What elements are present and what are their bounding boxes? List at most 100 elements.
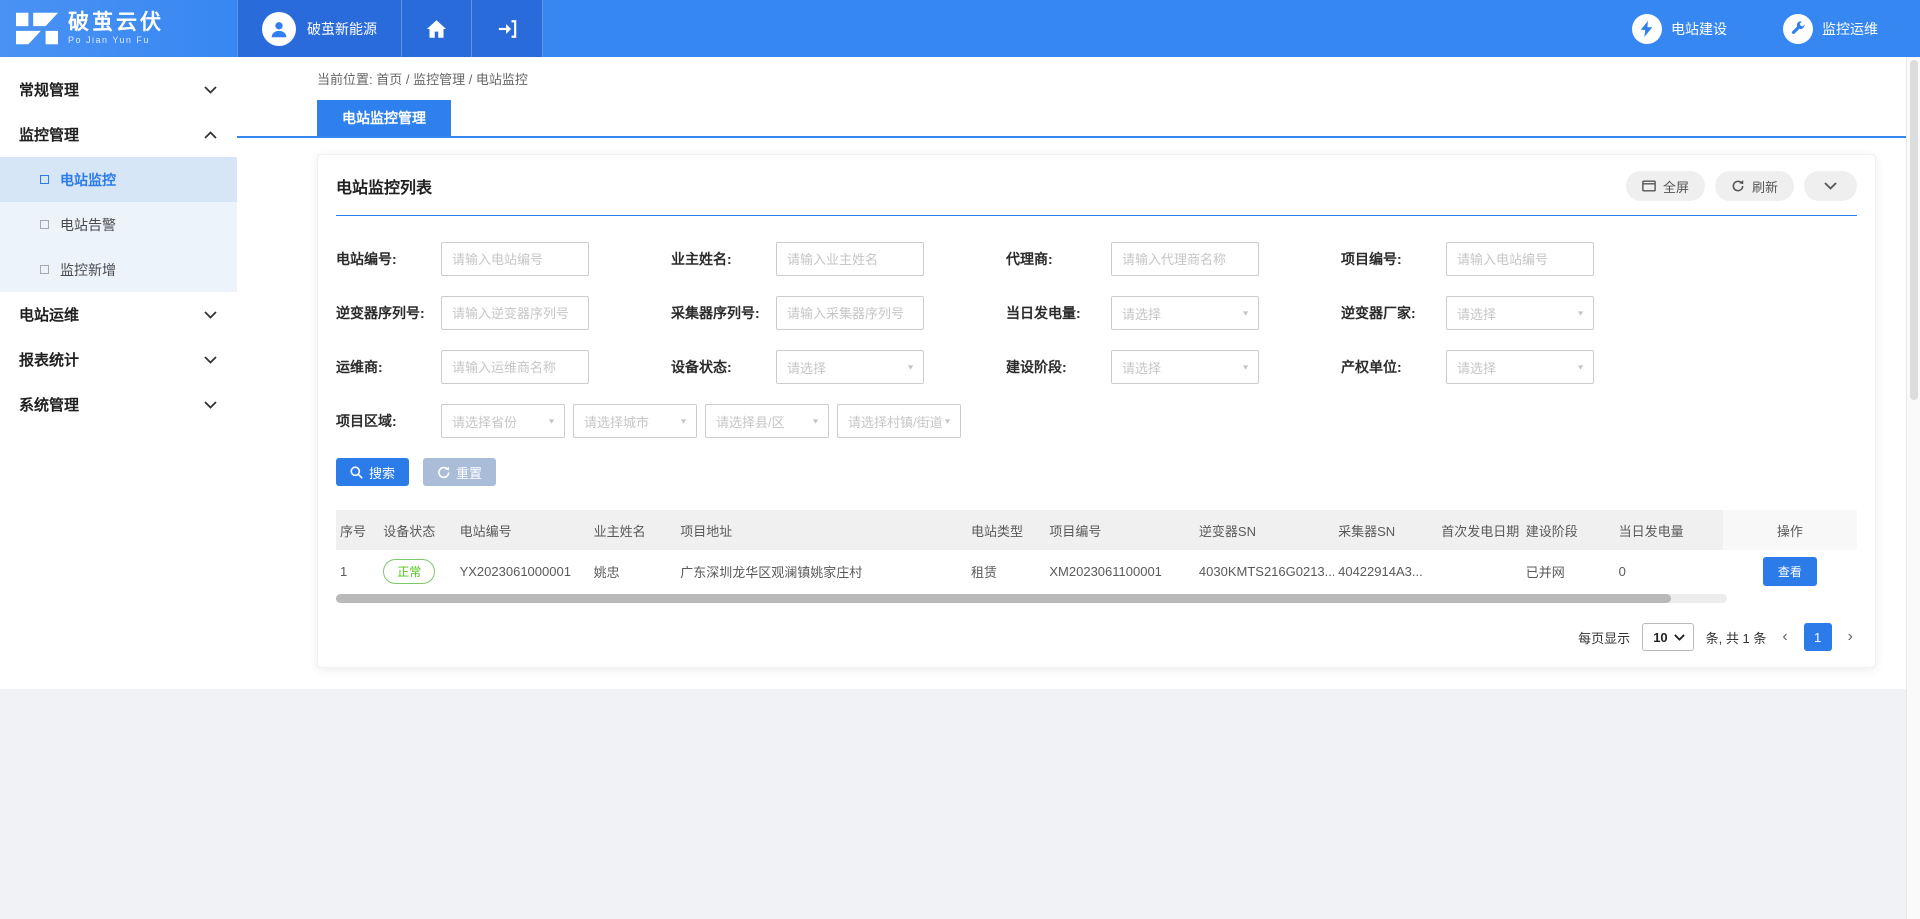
per-page-select[interactable]: 10 — [1642, 623, 1693, 651]
prev-page-button[interactable]: ‹ — [1778, 628, 1791, 646]
breadcrumb-path: 首页 / 监控管理 / 电站监控 — [376, 72, 528, 87]
cell-address: 广东深圳龙华区观澜镇姚家庄村 — [676, 550, 967, 592]
search-button[interactable]: 搜索 — [336, 458, 409, 486]
caret-down-icon: ▼ — [679, 417, 688, 425]
home-icon — [426, 19, 447, 39]
monitor-table: 序号 设备状态 电站编号 业主姓名 项目地址 电站类型 项目编号 逆变器SN 采… — [336, 510, 1857, 603]
refresh-icon — [1731, 179, 1745, 193]
bullet-square-icon — [40, 175, 49, 184]
owner-name-input[interactable] — [776, 242, 924, 276]
cell-stage: 已并网 — [1522, 550, 1615, 592]
main-content: 当前位置: 首页 / 监控管理 / 电站监控 电站监控管理 电站监控列表 全屏 — [237, 57, 1906, 689]
cell-project-no: XM2023061100001 — [1045, 550, 1195, 592]
brand-logo: 破茧云伏 Po Jian Yun Fu — [0, 0, 237, 57]
cell-type: 租赁 — [967, 550, 1045, 592]
filter-form: 电站编号: 业主姓名: 代理商: 项目编号: — [336, 216, 1857, 486]
cell-first-gen-date — [1437, 550, 1522, 592]
cell-daily-gen: 0 — [1615, 550, 1723, 592]
caret-down-icon: ▼ — [1576, 363, 1585, 371]
sidebar-item-general[interactable]: 常规管理 — [0, 67, 237, 112]
topbar-right: 电站建设 监控运维 — [1632, 0, 1920, 57]
sidebar: 常规管理 监控管理 电站监控 电站告警 监控新增 — [0, 57, 237, 689]
tab-station-monitor-mgmt[interactable]: 电站监控管理 — [317, 100, 451, 136]
collapse-panel-button[interactable] — [1804, 171, 1857, 201]
sidebar-subitem-station-monitor[interactable]: 电站监控 — [0, 157, 237, 202]
horizontal-scrollbar-thumb[interactable] — [336, 594, 1671, 603]
horizontal-scrollbar[interactable] — [336, 594, 1727, 603]
login-arrow-icon — [496, 19, 518, 39]
status-badge: 正常 — [383, 559, 435, 584]
inverter-sn-input[interactable] — [441, 296, 589, 330]
vertical-scrollbar-thumb[interactable] — [1910, 60, 1918, 400]
next-page-button[interactable]: › — [1844, 628, 1857, 646]
sidebar-item-station-ops[interactable]: 电站运维 — [0, 292, 237, 337]
sidebar-item-reports[interactable]: 报表统计 — [0, 337, 237, 382]
chevron-up-icon — [204, 131, 217, 139]
nav-station-build[interactable]: 电站建设 — [1632, 14, 1727, 44]
project-no-input[interactable] — [1446, 242, 1594, 276]
vertical-scrollbar[interactable] — [1906, 57, 1920, 919]
caret-down-icon: ▼ — [811, 417, 820, 425]
bullet-square-icon — [40, 265, 49, 274]
fullscreen-button[interactable]: 全屏 — [1626, 171, 1705, 201]
sidebar-item-monitor[interactable]: 监控管理 — [0, 112, 237, 157]
province-select[interactable]: 请选择省份 ▼ — [441, 404, 565, 438]
monitor-list-card: 电站监控列表 全屏 — [317, 154, 1876, 668]
wrench-icon — [1783, 14, 1813, 44]
app-body: 常规管理 监控管理 电站监控 电站告警 监控新增 — [0, 57, 1906, 689]
property-unit-select[interactable]: 请选择 ▼ — [1446, 350, 1594, 384]
station-no-input[interactable] — [441, 242, 589, 276]
caret-down-icon: ▼ — [1576, 309, 1585, 317]
device-status-select[interactable]: 请选择 ▼ — [776, 350, 924, 384]
company-name: 破茧新能源 — [307, 19, 377, 39]
sidebar-subitem-station-alarm[interactable]: 电站告警 — [0, 202, 237, 247]
reset-button[interactable]: 重置 — [423, 458, 496, 486]
logout-button[interactable] — [472, 0, 543, 57]
brand-title: 破茧云伏 — [68, 11, 164, 34]
inverter-vendor-select[interactable]: 请选择 ▼ — [1446, 296, 1594, 330]
cell-station-no: YX2023061000001 — [456, 550, 590, 592]
cell-index: 1 — [336, 550, 379, 592]
caret-down-icon: ▼ — [1241, 309, 1250, 317]
topbar-nav: 破茧新能源 — [237, 0, 543, 57]
daily-generation-select[interactable]: 请选择 ▼ — [1111, 296, 1259, 330]
caret-down-icon: ▼ — [906, 363, 915, 371]
caret-down-icon: ▼ — [547, 417, 556, 425]
cell-collector-sn: 40422914A3... — [1334, 550, 1437, 592]
chevron-down-icon — [1824, 182, 1837, 190]
sidebar-item-system[interactable]: 系统管理 — [0, 382, 237, 427]
fullscreen-icon — [1642, 180, 1656, 192]
build-stage-select[interactable]: 请选择 ▼ — [1111, 350, 1259, 384]
chevron-down-icon — [1674, 634, 1685, 641]
view-button[interactable]: 查看 — [1763, 557, 1817, 586]
home-button[interactable] — [402, 0, 472, 57]
town-select[interactable]: 请选择村镇/街道 ▼ — [837, 404, 961, 438]
chevron-down-icon — [204, 86, 217, 94]
chevron-down-icon — [204, 401, 217, 409]
bullet-square-icon — [40, 220, 49, 229]
lightning-icon — [1632, 14, 1662, 44]
chevron-down-icon — [204, 311, 217, 319]
district-select[interactable]: 请选择县/区 ▼ — [705, 404, 829, 438]
chevron-down-icon — [204, 356, 217, 364]
brand-logo-icon — [16, 11, 58, 47]
search-icon — [350, 466, 363, 479]
user-menu[interactable]: 破茧新能源 — [237, 0, 402, 57]
breadcrumb: 当前位置: 首页 / 监控管理 / 电站监控 — [237, 57, 1906, 92]
reset-icon — [437, 466, 450, 479]
cell-inverter-sn: 4030KMTS216G0213... — [1195, 550, 1334, 592]
current-page-button[interactable]: 1 — [1804, 623, 1832, 651]
cell-owner: 姚忠 — [590, 550, 677, 592]
brand-subtitle: Po Jian Yun Fu — [68, 36, 164, 46]
nav-monitor-ops[interactable]: 监控运维 — [1783, 14, 1878, 44]
collector-sn-input[interactable] — [776, 296, 924, 330]
tab-bar: 电站监控管理 — [237, 100, 1906, 138]
sidebar-subitem-monitor-add[interactable]: 监控新增 — [0, 247, 237, 292]
ops-vendor-input[interactable] — [441, 350, 589, 384]
refresh-button[interactable]: 刷新 — [1715, 171, 1794, 201]
card-title: 电站监控列表 — [336, 174, 432, 198]
sidebar-submenu: 电站监控 电站告警 监控新增 — [0, 157, 237, 292]
agent-input[interactable] — [1111, 242, 1259, 276]
pagination: 每页显示 10 条, 共 1 条 ‹ 1 › — [336, 623, 1857, 651]
city-select[interactable]: 请选择城市 ▼ — [573, 404, 697, 438]
